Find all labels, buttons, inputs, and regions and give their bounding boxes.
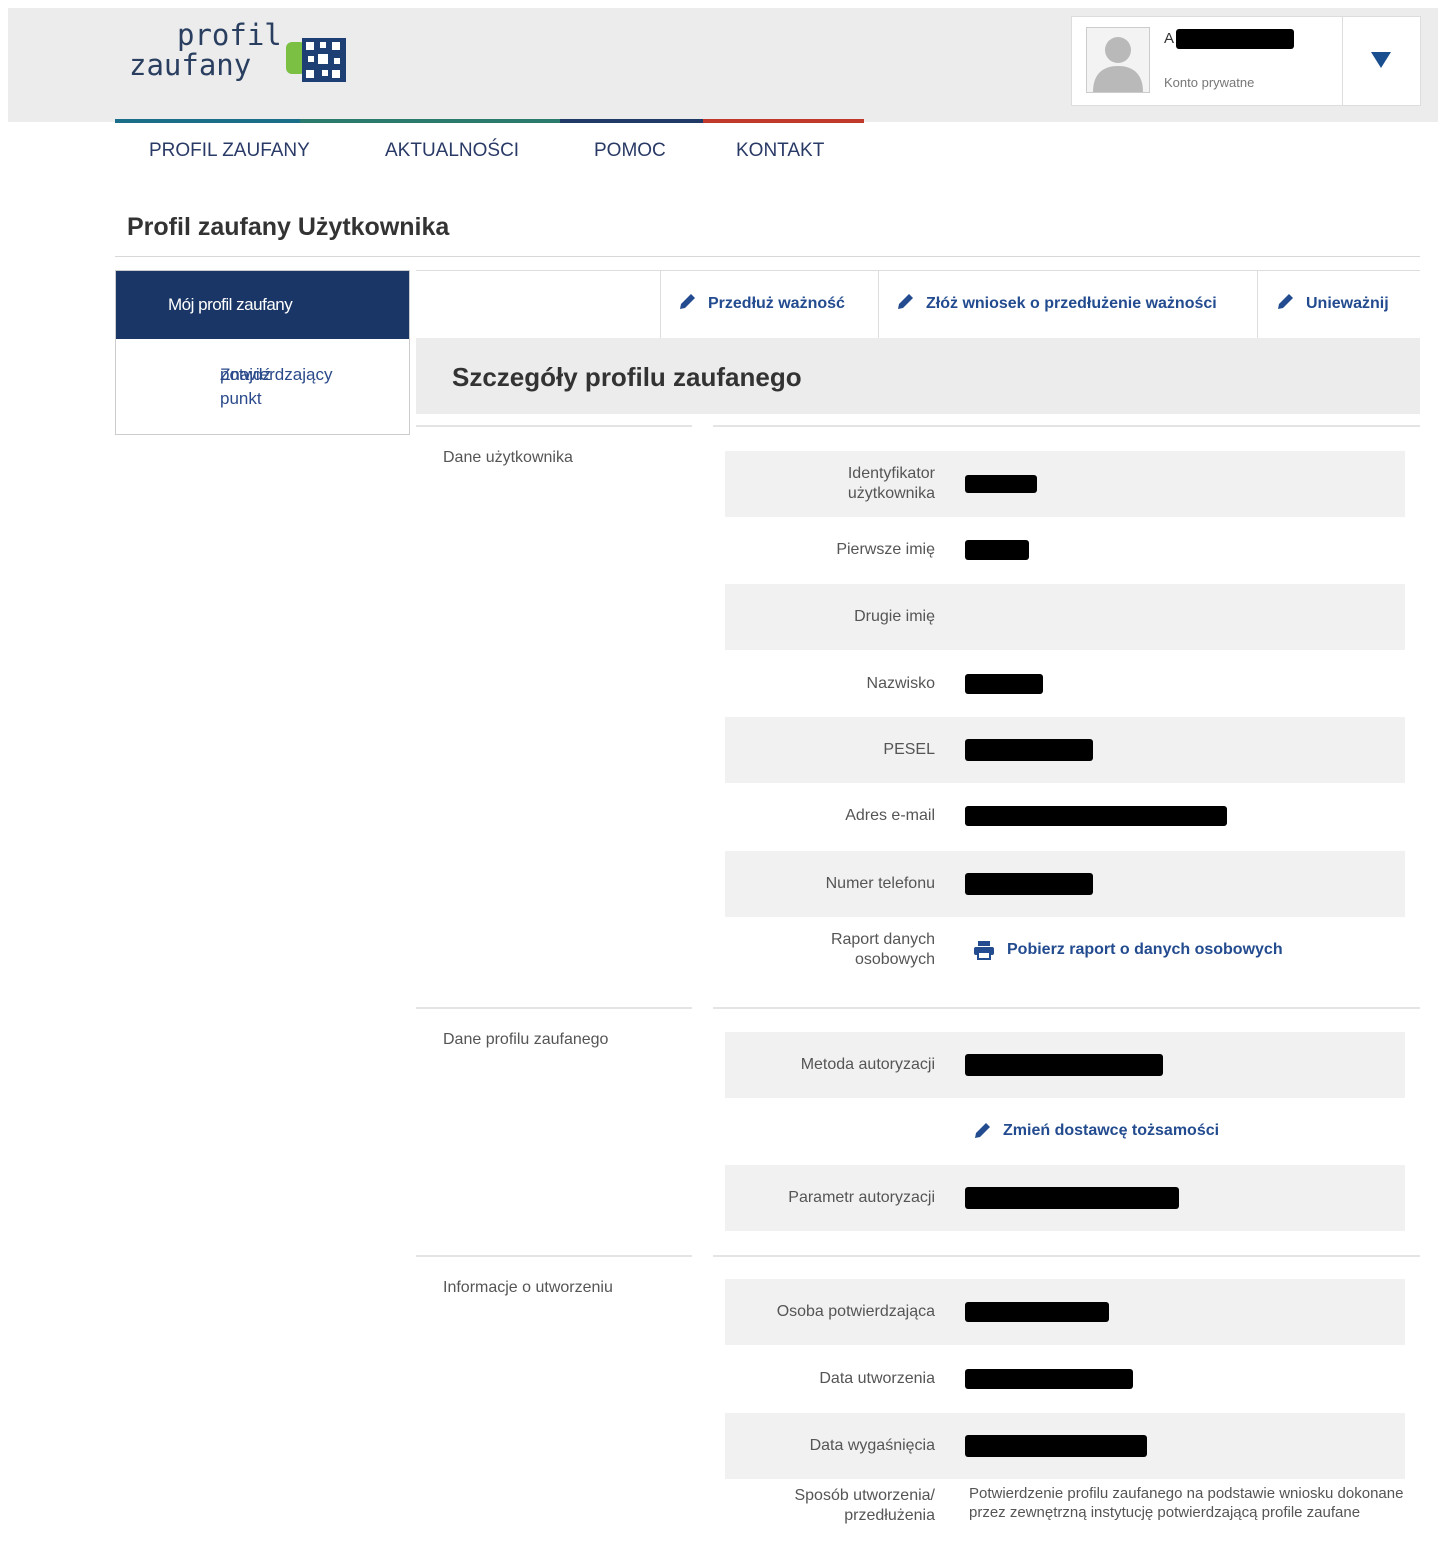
revoke-button[interactable]: Unieważnij <box>1276 293 1389 313</box>
extend-validity-button[interactable]: Przedłuż ważność <box>678 293 845 313</box>
group-label-user-data: Dane użytkownika <box>443 449 573 466</box>
divider <box>1257 271 1258 339</box>
divider <box>713 1007 1420 1009</box>
page-title: Profil zaufany Użytkownika <box>127 213 450 241</box>
divider <box>713 1255 1420 1257</box>
nav-underline-2 <box>300 119 560 123</box>
section-title: Szczegóły profilu zaufanego <box>452 362 802 392</box>
divider <box>713 425 1420 427</box>
redacted-value <box>965 1346 1133 1412</box>
nav-pomoc[interactable]: POMOC <box>594 140 666 162</box>
field-label: Numer telefonu <box>825 875 935 892</box>
redacted-value <box>965 717 1093 783</box>
pencil-icon <box>1278 294 1293 309</box>
action-bar: Przedłuż ważność Złóż wniosek o przedłuż… <box>416 270 1420 339</box>
nav-underline-4 <box>703 119 864 123</box>
field-row-first-name: Pierwsze imię <box>725 517 1405 583</box>
field-label: Pierwsze imię <box>836 541 935 558</box>
field-row-auth-method: Metoda autoryzacji <box>725 1032 1405 1098</box>
sidebar-item-find-point[interactable]: Znajdź punkt potwierdzający <box>116 363 409 423</box>
field-label: PESEL <box>883 741 935 758</box>
field-row-pesel: PESEL <box>725 717 1405 783</box>
field-row-report: Raport danych osobowych Pobierz raport o … <box>725 917 1405 983</box>
redacted-value <box>965 851 1093 917</box>
redacted-value <box>965 517 1029 583</box>
field-row-change-provider: Zmień dostawcę tożsamości <box>725 1098 1405 1164</box>
user-name: A <box>1164 29 1295 49</box>
nav-profil-zaufany[interactable]: PROFIL ZAUFANY <box>149 140 310 162</box>
sidebar: Mój profil zaufany Znajdź punkt potwierdz… <box>115 270 410 435</box>
logo[interactable]: profil zaufany <box>125 20 365 100</box>
redacted-value <box>965 1032 1163 1098</box>
field-label: Nazwisko <box>866 675 935 692</box>
chevron-down-icon <box>1371 52 1391 68</box>
user-silhouette-icon <box>1093 37 1143 92</box>
field-label: Drugie imię <box>854 608 935 625</box>
divider <box>416 1007 692 1009</box>
group-label-profile-data: Dane profilu zaufanego <box>443 1031 609 1048</box>
field-label: Adres e-mail <box>845 807 935 824</box>
user-menu-toggle[interactable] <box>1343 17 1420 105</box>
field-row-phone: Numer telefonu <box>725 851 1405 917</box>
field-row-user-id: Identyfikator użytkownika <box>725 451 1405 517</box>
divider <box>416 1255 692 1257</box>
field-row-second-name: Drugie imię <box>725 584 1405 650</box>
field-label: Data wygaśnięcia <box>809 1437 935 1454</box>
logo-line-1: profil <box>177 18 282 52</box>
nav-underline-3 <box>560 119 703 123</box>
group-label-creation-info: Informacje o utworzeniu <box>443 1279 613 1296</box>
redacted-value <box>965 1165 1179 1231</box>
logo-line-2: zaufany <box>129 48 252 82</box>
field-row-created-date: Data utworzenia <box>725 1346 1405 1412</box>
logo-mark-icon <box>286 38 346 82</box>
logo-text: profil zaufany <box>125 20 282 80</box>
field-label: Identyfikator użytkownika <box>847 465 935 502</box>
pencil-icon <box>680 294 695 309</box>
nav-aktualnosci[interactable]: AKTUALNOŚCI <box>385 140 519 162</box>
field-label: Sposób utworzenia/przedłużenia <box>794 1487 935 1524</box>
field-label: Data utworzenia <box>819 1370 935 1387</box>
change-identity-provider-link[interactable]: Zmień dostawcę tożsamości <box>973 1098 1219 1164</box>
divider <box>416 425 692 427</box>
user-account-menu[interactable]: A Konto prywatne <box>1071 16 1421 106</box>
sidebar-item-my-profile[interactable]: Mój profil zaufany <box>116 271 409 339</box>
field-row-creation-method: Sposób utworzenia/przedłużenia Potwierdz… <box>725 1476 1405 1542</box>
field-label: Osoba potwierdzająca <box>776 1303 935 1320</box>
field-label: Raport danych osobowych <box>830 931 935 968</box>
field-label: Parametr autoryzacji <box>788 1189 935 1206</box>
nav-kontakt[interactable]: KONTAKT <box>736 140 824 162</box>
divider <box>115 256 1420 257</box>
redacted-value <box>965 651 1043 717</box>
field-row-surname: Nazwisko <box>725 651 1405 717</box>
avatar <box>1086 27 1150 93</box>
sidebar-item-label: Mój profil zaufany <box>168 295 293 314</box>
field-row-email: Adres e-mail <box>725 783 1405 849</box>
creation-method-value: Potwierdzenie profilu zaufanego na podst… <box>969 1485 1404 1521</box>
divider <box>878 271 879 339</box>
field-label: Metoda autoryzacji <box>800 1056 935 1073</box>
account-type: Konto prywatne <box>1164 75 1255 90</box>
redacted-value <box>965 451 1037 517</box>
nav-underline-1 <box>115 119 300 123</box>
section-header: Szczegóły profilu zaufanego <box>416 338 1420 414</box>
divider <box>660 271 661 339</box>
field-row-confirming-person: Osoba potwierdzająca <box>725 1279 1405 1345</box>
submit-extension-request-button[interactable]: Złóż wniosek o przedłużenie ważności <box>896 293 1217 313</box>
field-row-auth-param: Parametr autoryzacji <box>725 1165 1405 1231</box>
redacted-value <box>965 1279 1109 1345</box>
redacted-value <box>965 783 1227 849</box>
pencil-icon <box>975 1123 990 1138</box>
pencil-icon <box>898 294 913 309</box>
download-report-link[interactable]: Pobierz raport o danych osobowych <box>973 917 1283 983</box>
redacted-value <box>965 1413 1147 1479</box>
field-row-expiry-date: Data wygaśnięcia <box>725 1413 1405 1479</box>
printer-icon <box>974 941 994 960</box>
